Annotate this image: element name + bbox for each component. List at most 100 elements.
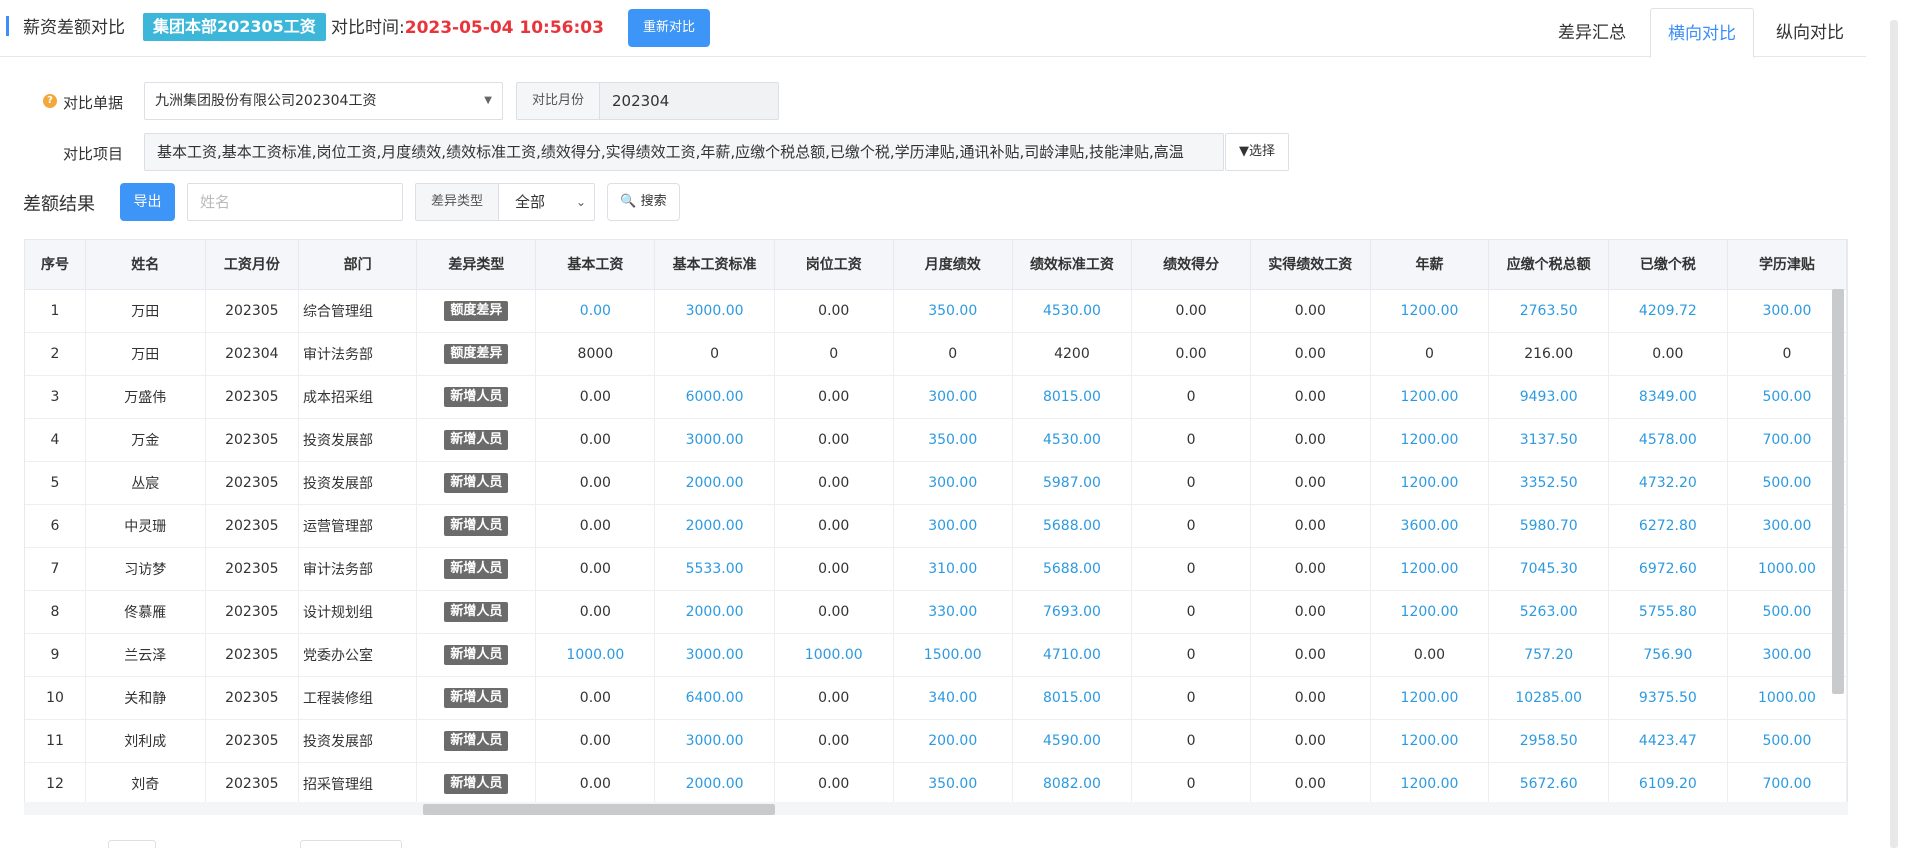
table-cell[interactable]: 1000.00: [535, 633, 656, 677]
table-cell[interactable]: 1000.00: [1727, 676, 1847, 720]
table-cell[interactable]: 5755.80: [1608, 590, 1728, 634]
table-cell[interactable]: 9375.50: [1608, 676, 1728, 720]
table-cell[interactable]: 1500.00: [893, 633, 1013, 677]
table-cell[interactable]: 3600.00: [1370, 504, 1490, 548]
table-cell[interactable]: 3000.00: [654, 633, 775, 677]
table-cell[interactable]: 2000.00: [654, 762, 775, 806]
table-cell[interactable]: 4530.00: [1012, 418, 1133, 462]
table-cell[interactable]: 8015.00: [1012, 375, 1133, 419]
table-cell[interactable]: 300.00: [893, 461, 1013, 505]
table-cell[interactable]: 3137.50: [1488, 418, 1609, 462]
compare-doc-select[interactable]: 九洲集团股份有限公司202304工资 ▼: [144, 82, 503, 120]
table-cell[interactable]: 3352.50: [1488, 461, 1609, 505]
table-row[interactable]: 12 刘奇 202305 招采管理组 新增人员 0.00 2000.00 0.00 350.00…: [25, 762, 1847, 806]
table-cell[interactable]: 0.00: [535, 289, 656, 333]
table-cell[interactable]: 5980.70: [1488, 504, 1609, 548]
table-cell[interactable]: 1200.00: [1370, 289, 1490, 333]
table-row[interactable]: 9 兰云泽 202305 党委办公室 新增人员 1000.00 3000.00 1000.00…: [25, 633, 1847, 677]
table-cell[interactable]: 1200.00: [1370, 676, 1490, 720]
table-cell[interactable]: 6400.00: [654, 676, 775, 720]
table-cell[interactable]: 330.00: [893, 590, 1013, 634]
table-cell[interactable]: 350.00: [893, 418, 1013, 462]
table-cell[interactable]: 3000.00: [654, 289, 775, 333]
table-cell[interactable]: 4732.20: [1608, 461, 1728, 505]
table-cell[interactable]: 8349.00: [1608, 375, 1728, 419]
table-cell[interactable]: 1000.00: [1727, 547, 1847, 591]
table-cell[interactable]: 4423.47: [1608, 719, 1728, 763]
table-cell[interactable]: 5987.00: [1012, 461, 1133, 505]
table-cell[interactable]: 5533.00: [654, 547, 775, 591]
page-scrollbar[interactable]: [1890, 20, 1898, 848]
pager-jump-input[interactable]: [300, 840, 402, 848]
table-cell[interactable]: 310.00: [893, 547, 1013, 591]
table-cell[interactable]: 2000.00: [654, 504, 775, 548]
table-cell[interactable]: 500.00: [1727, 375, 1847, 419]
table-row[interactable]: 1 万田 202305 综合管理组 额度差异 0.00 3000.00 0.00 350.00 4…: [25, 289, 1847, 333]
help-icon[interactable]: ?: [43, 94, 57, 108]
table-cell[interactable]: 1200.00: [1370, 719, 1490, 763]
table-cell[interactable]: 6000.00: [654, 375, 775, 419]
table-row[interactable]: 6 中灵珊 202305 运营管理部 新增人员 0.00 2000.00 0.00 300.00…: [25, 504, 1847, 548]
table-cell[interactable]: 300.00: [1727, 504, 1847, 548]
table-cell[interactable]: 8015.00: [1012, 676, 1133, 720]
table-cell[interactable]: 3000.00: [654, 418, 775, 462]
table-cell[interactable]: 300.00: [1727, 633, 1847, 677]
horizontal-scrollbar[interactable]: [24, 802, 1848, 815]
table-cell[interactable]: 300.00: [893, 375, 1013, 419]
table-cell[interactable]: 500.00: [1727, 590, 1847, 634]
table-cell[interactable]: 7693.00: [1012, 590, 1133, 634]
table-cell[interactable]: 500.00: [1727, 461, 1847, 505]
table-cell[interactable]: 4590.00: [1012, 719, 1133, 763]
table-cell[interactable]: 1200.00: [1370, 418, 1490, 462]
table-cell[interactable]: 1200.00: [1370, 375, 1490, 419]
vertical-scroll-thumb[interactable]: [1832, 289, 1844, 694]
export-button[interactable]: 导出: [120, 183, 175, 221]
table-cell[interactable]: 5688.00: [1012, 504, 1133, 548]
table-cell[interactable]: 757.20: [1488, 633, 1609, 677]
table-cell[interactable]: 4209.72: [1608, 289, 1728, 333]
table-cell[interactable]: 1200.00: [1370, 590, 1490, 634]
table-row[interactable]: 4 万金 202305 投资发展部 新增人员 0.00 3000.00 0.00 350.00 4…: [25, 418, 1847, 462]
table-cell[interactable]: 2763.50: [1488, 289, 1609, 333]
table-cell[interactable]: 1000.00: [774, 633, 894, 677]
table-cell[interactable]: 10285.00: [1488, 676, 1609, 720]
table-cell[interactable]: 1200.00: [1370, 762, 1490, 806]
table-cell[interactable]: 5263.00: [1488, 590, 1609, 634]
table-cell[interactable]: 3000.00: [654, 719, 775, 763]
table-cell[interactable]: 300.00: [893, 504, 1013, 548]
table-cell[interactable]: 4578.00: [1608, 418, 1728, 462]
table-cell[interactable]: 756.90: [1608, 633, 1728, 677]
table-cell[interactable]: 5672.60: [1488, 762, 1609, 806]
tab-diff-summary[interactable]: 差异汇总: [1542, 8, 1642, 58]
table-cell[interactable]: 6972.60: [1608, 547, 1728, 591]
table-cell[interactable]: 8082.00: [1012, 762, 1133, 806]
tab-vertical-compare[interactable]: 纵向对比: [1760, 8, 1860, 58]
table-cell[interactable]: 300.00: [1727, 289, 1847, 333]
diff-type-filter[interactable]: 差异类型 全部 ⌄: [415, 183, 595, 221]
table-row[interactable]: 7 习访梦 202305 审计法务部 新增人员 0.00 5533.00 0.00 310.00…: [25, 547, 1847, 591]
tab-horizontal-compare[interactable]: 横向对比: [1650, 8, 1754, 58]
table-cell[interactable]: 1200.00: [1370, 461, 1490, 505]
table-cell[interactable]: 200.00: [893, 719, 1013, 763]
table-cell[interactable]: 6272.80: [1608, 504, 1728, 548]
pager-size-select[interactable]: [108, 840, 156, 848]
table-cell[interactable]: 700.00: [1727, 762, 1847, 806]
table-row[interactable]: 2 万田 202304 审计法务部 额度差异 8000 0 0 0 4200 0.00 0.00 0 21…: [25, 332, 1847, 376]
table-cell[interactable]: 4710.00: [1012, 633, 1133, 677]
table-cell[interactable]: 2958.50: [1488, 719, 1609, 763]
table-cell[interactable]: 4530.00: [1012, 289, 1133, 333]
horizontal-scroll-thumb[interactable]: [423, 804, 775, 815]
table-cell[interactable]: 9493.00: [1488, 375, 1609, 419]
table-cell[interactable]: 1200.00: [1370, 547, 1490, 591]
table-row[interactable]: 5 丛宸 202305 投资发展部 新增人员 0.00 2000.00 0.00 300.00 5…: [25, 461, 1847, 505]
table-cell[interactable]: 350.00: [893, 289, 1013, 333]
table-cell[interactable]: 5688.00: [1012, 547, 1133, 591]
table-cell[interactable]: 700.00: [1727, 418, 1847, 462]
choose-button[interactable]: ▼选择: [1225, 133, 1289, 171]
table-cell[interactable]: 340.00: [893, 676, 1013, 720]
table-cell[interactable]: 350.00: [893, 762, 1013, 806]
table-row[interactable]: 8 佟慕雁 202305 设计规划组 新增人员 0.00 2000.00 0.00 330.00…: [25, 590, 1847, 634]
name-search-input[interactable]: 姓名: [187, 183, 403, 221]
table-cell[interactable]: 2000.00: [654, 590, 775, 634]
table-cell[interactable]: 7045.30: [1488, 547, 1609, 591]
